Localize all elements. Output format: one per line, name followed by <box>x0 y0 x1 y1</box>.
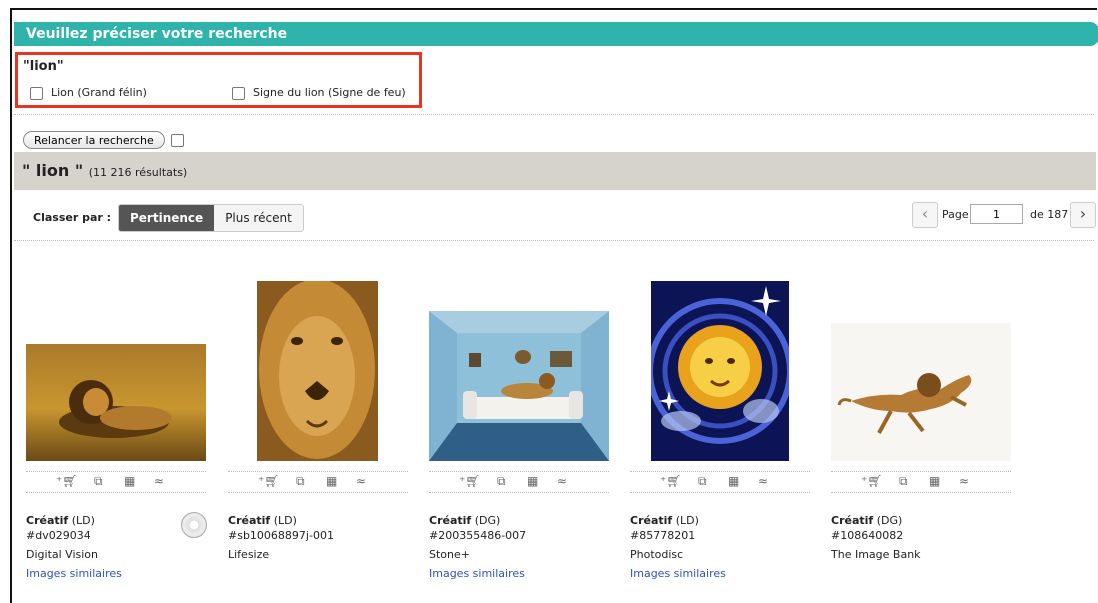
sort-toggle: Pertinence Plus récent <box>118 204 304 232</box>
page-label: Page <box>942 208 969 221</box>
image-id: #200355486-007 <box>429 529 527 542</box>
image-thumbnail[interactable] <box>26 344 206 461</box>
similar-images-link[interactable]: Images similaires <box>630 566 810 581</box>
image-license: (DG) <box>471 514 501 527</box>
add-to-cart-icon[interactable]: ⁺🛒︎ <box>56 474 78 488</box>
copy-icon[interactable]: ⧉ <box>899 474 908 489</box>
calculator-icon[interactable]: ▦ <box>527 474 538 488</box>
divider <box>14 240 1094 241</box>
copy-icon[interactable]: ⧉ <box>497 474 506 489</box>
relaunch-checkbox[interactable] <box>171 134 184 147</box>
add-to-cart-icon[interactable]: ⁺🛒︎ <box>660 474 682 488</box>
image-info: Créatif (LD) #dv029034 Digital Vision Im… <box>26 513 206 581</box>
option-lion-grand-felin[interactable]: Lion (Grand félin) <box>30 86 147 100</box>
relaunch-search-button[interactable]: Relancer la recherche <box>23 131 165 149</box>
add-to-cart-icon[interactable]: ⁺🛒︎ <box>861 474 883 488</box>
image-thumbnail[interactable] <box>831 323 1011 461</box>
option-label: Lion (Grand félin) <box>51 86 147 99</box>
image-license: (LD) <box>270 514 297 527</box>
image-actions: ⁺🛒︎ ⧉ ▦ ≈ <box>831 471 1011 493</box>
results-header: " lion " (11 216 résultats) <box>14 152 1096 190</box>
calculator-icon[interactable]: ▦ <box>929 474 940 488</box>
image-source: Lifesize <box>228 548 270 561</box>
image-source: The Image Bank <box>831 548 921 561</box>
image-source: Photodisc <box>630 548 684 561</box>
copy-icon[interactable]: ⧉ <box>698 474 707 489</box>
option-signe-du-lion[interactable]: Signe du lion (Signe de feu) <box>232 86 406 100</box>
sort-label: Classer par : <box>33 211 112 224</box>
add-to-cart-icon[interactable]: ⁺🛒︎ <box>459 474 481 488</box>
next-page-button[interactable]: › <box>1070 202 1096 228</box>
refine-banner: Veuillez préciser votre recherche <box>14 22 1098 46</box>
image-source: Digital Vision <box>26 548 98 561</box>
image-id: #108640082 <box>831 529 904 542</box>
calculator-icon[interactable]: ▦ <box>326 474 337 488</box>
divider <box>14 114 1094 115</box>
image-source: Stone+ <box>429 548 470 561</box>
copy-icon[interactable]: ⧉ <box>296 474 305 489</box>
similar-icon[interactable]: ≈ <box>758 474 768 488</box>
image-license: (DG) <box>873 514 903 527</box>
similar-images-link[interactable]: Images similaires <box>26 566 206 581</box>
checkbox[interactable] <box>30 86 43 100</box>
image-actions: ⁺🛒︎ ⧉ ▦ ≈ <box>26 471 206 493</box>
add-to-cart-icon[interactable]: ⁺🛒︎ <box>258 474 280 488</box>
image-thumbnail[interactable] <box>257 281 378 461</box>
image-type: Créatif <box>831 514 874 527</box>
copy-icon[interactable]: ⧉ <box>94 474 103 489</box>
image-id: #dv029034 <box>26 529 91 542</box>
prev-page-button[interactable]: ‹ <box>912 202 938 228</box>
image-license: (LD) <box>672 514 699 527</box>
option-label: Signe du lion (Signe de feu) <box>253 86 406 99</box>
image-info: Créatif (LD) #sb10068897j-001 Lifesize <box>228 513 408 562</box>
similar-icon[interactable]: ≈ <box>959 474 969 488</box>
image-type: Créatif <box>429 514 472 527</box>
results-count: (11 216 résultats) <box>88 166 188 179</box>
refine-query: "lion" <box>23 59 64 74</box>
image-id: #sb10068897j-001 <box>228 529 334 542</box>
checkbox[interactable] <box>232 86 245 100</box>
image-info: Créatif (DG) #108640082 The Image Bank <box>831 513 1011 562</box>
similar-icon[interactable]: ≈ <box>154 474 164 488</box>
image-actions: ⁺🛒︎ ⧉ ▦ ≈ <box>429 471 609 493</box>
image-license: (LD) <box>68 514 95 527</box>
chevron-left-icon: ‹ <box>921 204 929 223</box>
sort-relevance-button[interactable]: Pertinence <box>119 205 215 231</box>
image-actions: ⁺🛒︎ ⧉ ▦ ≈ <box>630 471 810 493</box>
similar-icon[interactable]: ≈ <box>557 474 567 488</box>
image-id: #85778201 <box>630 529 696 542</box>
image-info: Créatif (LD) #85778201 Photodisc Images … <box>630 513 810 581</box>
refine-box: "lion" Lion (Grand félin) Signe du lion … <box>15 52 422 108</box>
calculator-icon[interactable]: ▦ <box>728 474 739 488</box>
image-thumbnail[interactable] <box>651 281 789 461</box>
page-total: de 187 <box>1030 208 1069 221</box>
similar-images-link[interactable]: Images similaires <box>429 566 609 581</box>
image-type: Créatif <box>228 514 271 527</box>
image-thumbnail[interactable] <box>429 311 609 461</box>
image-type: Créatif <box>26 514 69 527</box>
image-type: Créatif <box>630 514 673 527</box>
disc-icon <box>181 512 207 538</box>
image-actions: ⁺🛒︎ ⧉ ▦ ≈ <box>228 471 408 493</box>
page-input[interactable] <box>970 204 1023 224</box>
image-info: Créatif (DG) #200355486-007 Stone+ Image… <box>429 513 609 581</box>
sort-recent-button[interactable]: Plus récent <box>214 205 303 231</box>
similar-icon[interactable]: ≈ <box>356 474 366 488</box>
results-term: " lion " <box>22 161 84 180</box>
chevron-right-icon: › <box>1079 204 1087 223</box>
calculator-icon[interactable]: ▦ <box>124 474 135 488</box>
